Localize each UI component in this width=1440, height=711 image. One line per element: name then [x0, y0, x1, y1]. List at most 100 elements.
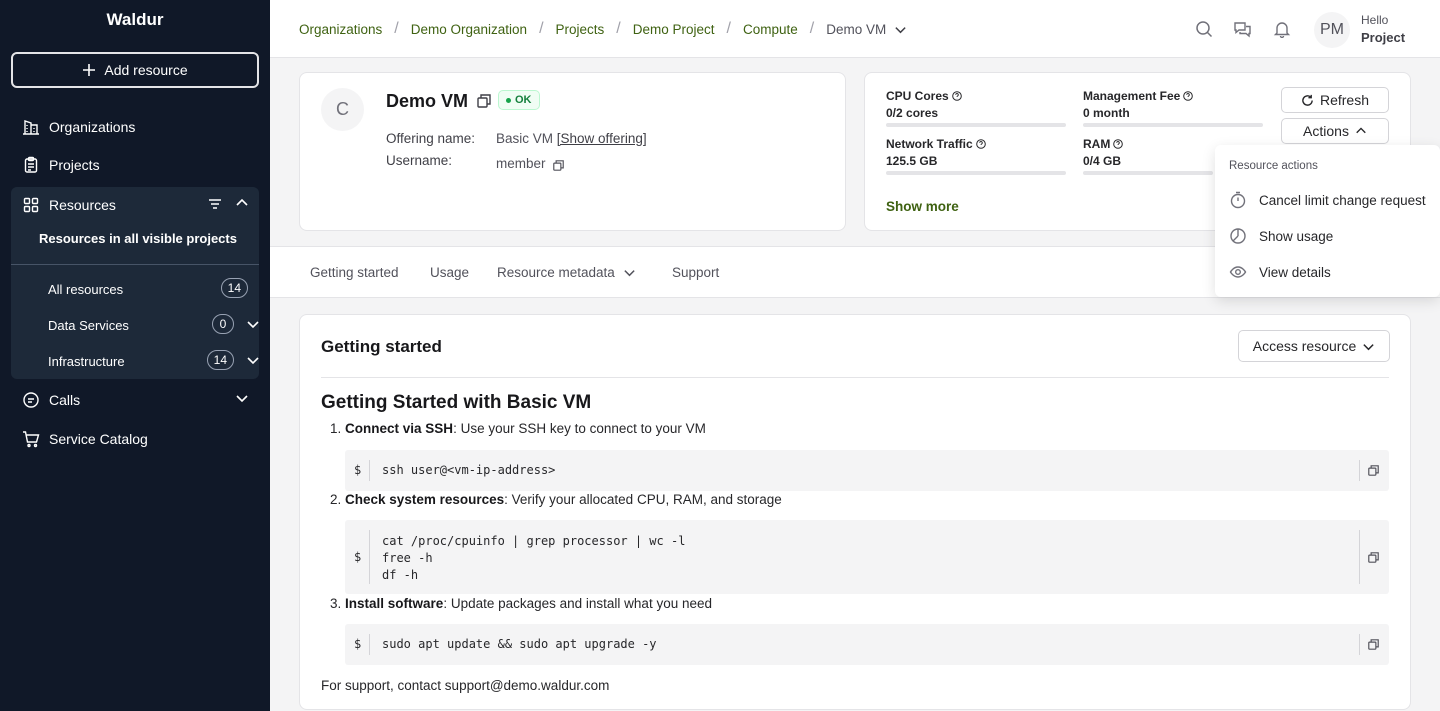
- building-icon: [21, 117, 41, 137]
- plus-icon: [83, 64, 96, 76]
- messages-icon[interactable]: [1233, 20, 1252, 41]
- sidebar-item-resources[interactable]: Resources: [11, 187, 259, 223]
- help-icon[interactable]: [951, 91, 962, 101]
- sidebar-item-all-resources[interactable]: All resources 14: [48, 277, 248, 301]
- avatar[interactable]: PM: [1314, 12, 1350, 48]
- breadcrumb-current[interactable]: Demo VM: [826, 22, 907, 37]
- chevron-down-icon: [1363, 343, 1374, 350]
- tab-support[interactable]: Support: [672, 265, 719, 280]
- clipboard-icon: [21, 155, 41, 175]
- tab-label: Usage: [430, 265, 470, 280]
- user-name[interactable]: Project: [1361, 30, 1405, 45]
- add-resource-label: Add resource: [104, 62, 188, 78]
- breadcrumb-organizations[interactable]: Organizations: [299, 22, 382, 37]
- chevron-up-icon[interactable]: [235, 196, 249, 213]
- cart-icon: [21, 429, 41, 449]
- metric-cpu-value: 0/2 cores: [886, 106, 939, 120]
- chevron-down-icon[interactable]: [246, 317, 260, 334]
- breadcrumb-separator: /: [616, 20, 621, 37]
- breadcrumb-separator: /: [539, 20, 544, 37]
- code-prompt: $: [354, 637, 362, 651]
- step-number: 1.: [330, 421, 342, 436]
- copy-icon[interactable]: [553, 158, 564, 174]
- resources-section: Resources Resources in all visible proje…: [11, 187, 259, 379]
- eye-icon: [1229, 266, 1247, 278]
- resource-avatar: C: [321, 88, 364, 131]
- breadcrumb-project[interactable]: Demo Project: [633, 22, 715, 37]
- sidebar-item-data-services[interactable]: Data Services 0: [48, 313, 259, 337]
- refresh-button[interactable]: Refresh: [1281, 87, 1389, 113]
- help-icon[interactable]: [1183, 91, 1194, 101]
- sidebar: Waldur Add resource Organizations Projec…: [0, 0, 270, 711]
- actions-label: Actions: [1303, 123, 1349, 139]
- metric-network-bar: [886, 171, 1066, 175]
- filter-icon[interactable]: [207, 196, 223, 215]
- tab-resource-metadata[interactable]: Resource metadata: [497, 265, 636, 280]
- code-text[interactable]: cat /proc/cpuinfo | grep processor | wc …: [382, 533, 685, 584]
- pie-chart-icon: [1230, 228, 1246, 244]
- brand-logo[interactable]: Waldur: [0, 10, 270, 30]
- breadcrumb-compute[interactable]: Compute: [743, 22, 798, 37]
- show-offering-link[interactable]: [Show offering]: [557, 131, 647, 146]
- code-separator: [369, 530, 370, 584]
- bell-icon[interactable]: [1273, 20, 1291, 41]
- menu-item-show-usage[interactable]: Show usage: [1229, 227, 1333, 245]
- sidebar-item-infrastructure[interactable]: Infrastructure 14: [48, 349, 259, 373]
- metric-ram-label: RAM: [1083, 137, 1124, 151]
- menu-item-view-details[interactable]: View details: [1229, 263, 1331, 281]
- breadcrumb-current-label: Demo VM: [826, 21, 887, 37]
- resource-summary-card: C Demo VM OK Offering name: Basic VM [Sh…: [299, 72, 846, 231]
- support-note: For support, contact support@demo.waldur…: [321, 678, 610, 693]
- help-icon[interactable]: [975, 139, 986, 149]
- chevron-down-icon[interactable]: [235, 391, 249, 408]
- copy-icon[interactable]: [1368, 552, 1379, 566]
- guide-step: 3. Install software: Update packages and…: [330, 596, 712, 611]
- step-text: : Update packages and install what you n…: [443, 596, 712, 611]
- chat-bubble-icon: [21, 390, 41, 410]
- copy-icon[interactable]: [1368, 639, 1379, 653]
- section-title: Getting started: [321, 337, 442, 356]
- sidebar-item-calls[interactable]: Calls: [11, 382, 259, 418]
- sidebar-item-projects[interactable]: Projects: [11, 147, 259, 183]
- actions-button[interactable]: Actions: [1281, 118, 1389, 144]
- getting-started-card: Getting started Access resource Getting …: [299, 314, 1411, 710]
- step-number: 3.: [330, 596, 342, 611]
- breadcrumb: Organizations / Demo Organization / Proj…: [299, 20, 907, 38]
- code-text[interactable]: sudo apt update && sudo apt upgrade -y: [382, 636, 657, 653]
- code-separator: [1359, 530, 1360, 584]
- copy-icon[interactable]: [477, 94, 491, 111]
- copy-icon[interactable]: [1368, 465, 1379, 479]
- sidebar-item-service-catalog[interactable]: Service Catalog: [11, 421, 259, 457]
- refresh-label: Refresh: [1319, 92, 1370, 108]
- metric-network-label: Network Traffic: [886, 137, 986, 151]
- tab-usage[interactable]: Usage: [430, 265, 469, 280]
- code-separator: [1359, 634, 1360, 655]
- resources-scope[interactable]: Resources in all visible projects: [39, 231, 237, 246]
- code-text[interactable]: ssh user@<vm-ip-address>: [382, 462, 555, 479]
- metric-label-text: CPU Cores: [886, 89, 949, 103]
- show-more-link[interactable]: Show more: [886, 199, 959, 214]
- tab-label: Getting started: [310, 265, 399, 280]
- access-resource-button[interactable]: Access resource: [1238, 330, 1390, 362]
- breadcrumb-projects[interactable]: Projects: [556, 22, 605, 37]
- metric-network-value: 125.5 GB: [886, 154, 938, 168]
- add-resource-button[interactable]: Add resource: [11, 52, 259, 88]
- chevron-down-icon[interactable]: [246, 353, 260, 370]
- breadcrumb-organization[interactable]: Demo Organization: [411, 22, 527, 37]
- tab-getting-started[interactable]: Getting started: [310, 265, 399, 280]
- metric-label-text: Management Fee: [1083, 89, 1181, 103]
- code-separator: [369, 460, 370, 481]
- count-badge: 14: [206, 350, 234, 370]
- stopwatch-icon: [1230, 191, 1246, 209]
- sidebar-item-organizations[interactable]: Organizations: [11, 109, 259, 145]
- status-label: OK: [515, 94, 532, 106]
- step-text: : Use your SSH key to connect to your VM: [453, 421, 706, 436]
- access-resource-label: Access resource: [1252, 338, 1357, 354]
- search-icon[interactable]: [1195, 20, 1213, 41]
- dropdown-header: Resource actions: [1229, 160, 1318, 172]
- menu-item-cancel-limit-change[interactable]: Cancel limit change request: [1229, 191, 1426, 209]
- offering-value: Basic VM [Show offering]: [496, 131, 647, 146]
- metric-fee-value: 0 month: [1083, 106, 1130, 120]
- step-title: Check system resources: [345, 492, 505, 507]
- help-icon[interactable]: [1113, 139, 1124, 149]
